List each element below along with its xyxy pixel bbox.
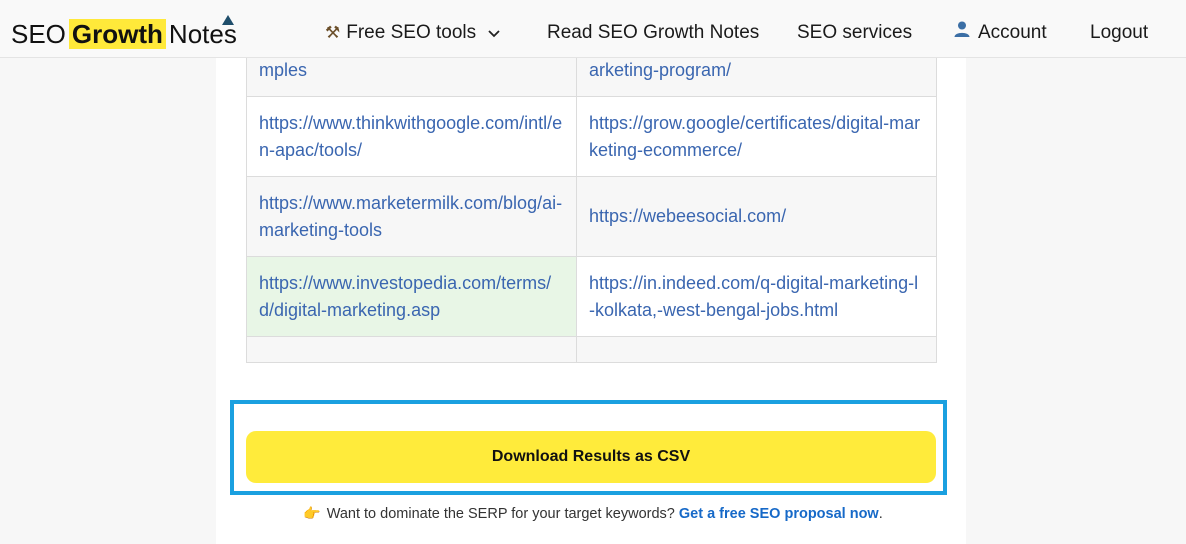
- result-link[interactable]: https://www.marketermilk.com/blog/ai-mar…: [259, 193, 562, 240]
- site-logo[interactable]: SEO Growth Notes: [11, 15, 237, 50]
- nav-logout[interactable]: Logout: [1090, 20, 1148, 46]
- table-row: https://www.thinkwithgoogle.com/intl/en-…: [246, 96, 937, 177]
- result-link[interactable]: https://www.investopedia.com/terms/d/dig…: [259, 273, 551, 320]
- result-link[interactable]: https://www.thinkwithgoogle.com/intl/en-…: [259, 113, 562, 160]
- table-cell: https://webeesocial.com/: [576, 176, 937, 257]
- result-link[interactable]: https://grow.google/certificates/digital…: [589, 113, 920, 160]
- logo-word-seo: SEO: [11, 19, 66, 49]
- result-link[interactable]: https://webeesocial.com/: [589, 206, 786, 226]
- table-cell: https://grow.google/certificates/digital…: [576, 96, 937, 177]
- nav-seo-services[interactable]: SEO services: [797, 20, 912, 46]
- chevron-down-icon: [488, 20, 500, 46]
- cta-text: Want to dominate the SERP for your targe…: [326, 506, 675, 522]
- logo-triangle-icon: [221, 15, 234, 25]
- results-table: s/marketing-tools-definitions-and-exampl…: [246, 17, 937, 363]
- table-cell: https://www.thinkwithgoogle.com/intl/en-…: [246, 96, 577, 177]
- table-cell: https://in.indeed.com/q-digital-marketin…: [576, 256, 937, 337]
- nav-account-label: Account: [978, 22, 1047, 44]
- cta-suffix: .: [878, 506, 883, 522]
- table-row: https://www.investopedia.com/terms/d/dig…: [246, 256, 937, 337]
- pointing-hand-icon: 👉: [303, 505, 321, 521]
- free-seo-proposal-link[interactable]: Get a free SEO proposal now: [679, 506, 879, 522]
- table-cell-empty: [576, 336, 937, 363]
- table-row: [246, 336, 937, 363]
- nav-free-seo-tools-label: Free SEO tools: [346, 22, 477, 44]
- nav-free-seo-tools[interactable]: ⚒ Free SEO tools: [325, 20, 500, 46]
- table-cell-empty: [246, 336, 577, 363]
- table-cell: https://www.marketermilk.com/blog/ai-mar…: [246, 176, 577, 257]
- nav-read-seo-growth-notes[interactable]: Read SEO Growth Notes: [547, 20, 759, 46]
- logo-word-growth: Growth: [68, 19, 166, 49]
- logo-word-notes: Notes: [169, 15, 237, 49]
- table-cell-highlighted: https://www.investopedia.com/terms/d/dig…: [246, 256, 577, 337]
- hammer-wrench-icon: ⚒: [325, 23, 341, 43]
- top-navbar: SEO Growth Notes ⚒ Free SEO tools Read SEO …: [0, 0, 1186, 58]
- download-csv-button[interactable]: Download Results as CSV: [246, 431, 936, 483]
- nav-account[interactable]: Account: [953, 20, 1047, 46]
- table-row: https://www.marketermilk.com/blog/ai-mar…: [246, 176, 937, 257]
- result-link[interactable]: https://in.indeed.com/q-digital-marketin…: [589, 273, 918, 320]
- cta-line: 👉 Want to dominate the SERP for your targ…: [0, 505, 1186, 522]
- user-icon: [953, 20, 971, 46]
